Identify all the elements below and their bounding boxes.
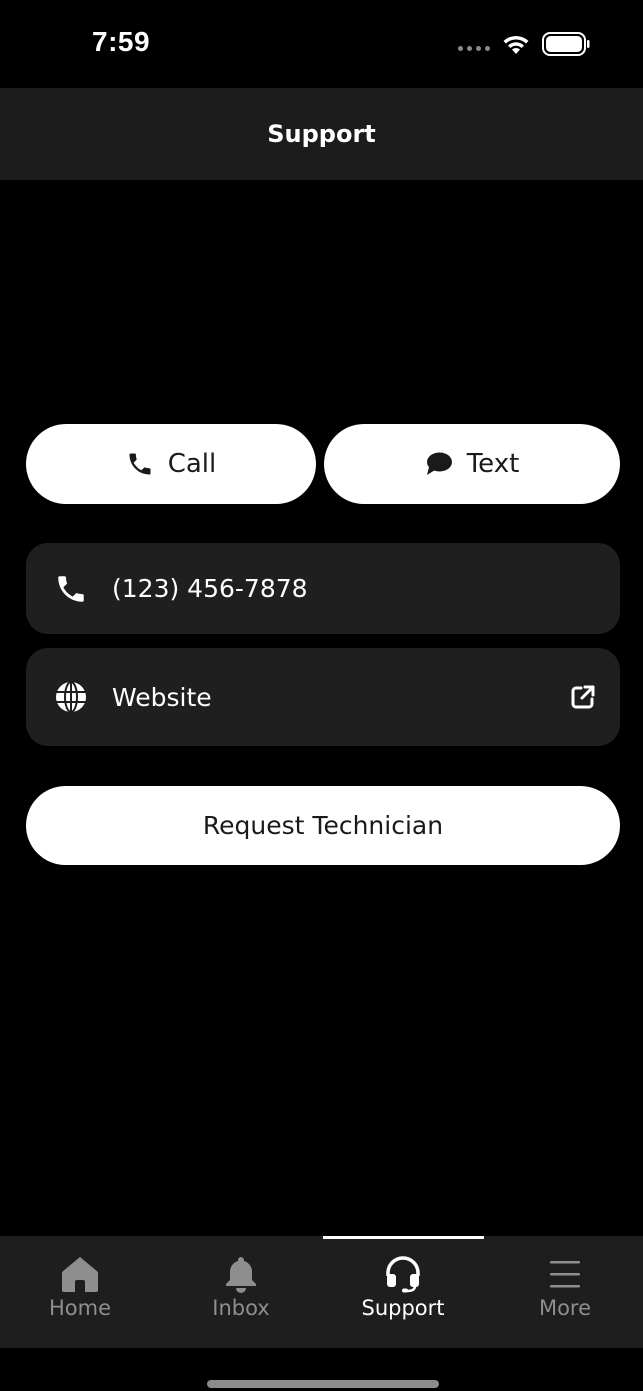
text-label: Text [466, 449, 520, 479]
wifi-icon [503, 35, 529, 54]
phone-icon [129, 453, 151, 475]
tab-bar: Home Inbox Support More [0, 1236, 643, 1348]
chat-bubble-icon [426, 452, 452, 475]
external-link-icon [571, 685, 595, 709]
signal-dots-icon [458, 46, 490, 51]
call-label: Call [167, 449, 217, 479]
home-icon [62, 1257, 98, 1292]
tab-inbox[interactable]: Inbox [161, 1236, 321, 1348]
phone-number-label: (123) 456-7878 [112, 574, 308, 603]
tab-support-label: Support [361, 1296, 445, 1320]
nav-header: Support [0, 88, 643, 180]
website-row[interactable]: Website [26, 648, 620, 746]
hamburger-menu-icon [550, 1261, 580, 1288]
tab-support[interactable]: Support [323, 1236, 483, 1348]
battery-icon [542, 32, 590, 56]
call-button[interactable]: Call [26, 424, 316, 504]
status-time: 7:59 [92, 26, 151, 57]
status-bar: 7:59 [0, 0, 643, 88]
website-label: Website [112, 682, 212, 712]
tab-more[interactable]: More [485, 1236, 643, 1348]
tab-home[interactable]: Home [0, 1236, 160, 1348]
bell-icon [226, 1257, 256, 1293]
tab-inbox-label: Inbox [212, 1296, 270, 1320]
page-title: Support [267, 120, 376, 148]
headset-icon [386, 1256, 420, 1293]
text-button[interactable]: Text [324, 424, 620, 504]
tab-more-label: More [538, 1296, 592, 1320]
request-technician-button[interactable]: Request Technician [26, 786, 620, 865]
phone-icon [58, 575, 84, 602]
support-screen: 7:59 Support Call Text (123) 456-7878 We… [0, 0, 643, 1391]
tab-home-label: Home [48, 1296, 111, 1320]
request-technician-label: Request Technician [202, 811, 444, 840]
globe-icon [56, 681, 86, 713]
phone-number-row[interactable]: (123) 456-7878 [26, 543, 620, 634]
home-indicator [207, 1380, 439, 1388]
